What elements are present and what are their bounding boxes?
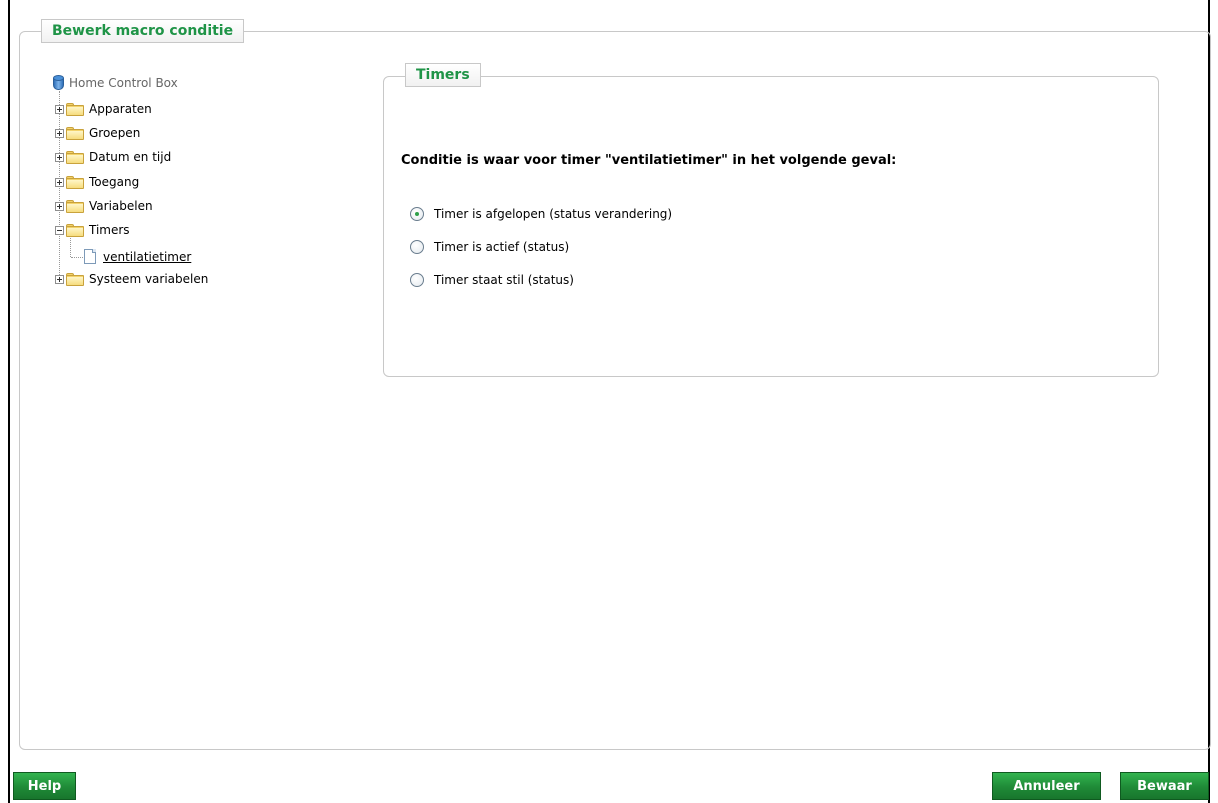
tree-item-label: Variabelen xyxy=(89,199,153,213)
tree-item-ventilatietimer[interactable]: ventilatietimer xyxy=(84,247,191,267)
tree-item-groepen[interactable]: Groepen xyxy=(55,123,140,143)
tree-item-systeem-variabelen[interactable]: Systeem variabelen xyxy=(55,269,208,289)
radio-button[interactable] xyxy=(410,273,424,287)
timers-panel xyxy=(383,76,1159,377)
tree-item-label[interactable]: ventilatietimer xyxy=(103,250,191,264)
folder-icon xyxy=(66,102,84,116)
radio-label: Timer is actief (status) xyxy=(434,240,570,254)
tree-item-label: Timers xyxy=(89,223,130,237)
radio-button[interactable] xyxy=(410,240,424,254)
condition-question: Conditie is waar voor timer "ventilatiet… xyxy=(401,153,897,168)
tree-root-label: Home Control Box xyxy=(69,76,178,90)
expand-icon[interactable] xyxy=(55,128,64,138)
radio-option-actief[interactable]: Timer is actief (status) xyxy=(410,238,569,256)
tree-item-label: Apparaten xyxy=(89,102,152,116)
tree-item-datum-en-tijd[interactable]: Datum en tijd xyxy=(55,147,171,167)
document-icon xyxy=(84,249,97,265)
expand-icon[interactable] xyxy=(55,104,64,114)
tree-connector xyxy=(71,257,83,258)
help-button[interactable]: Help xyxy=(13,772,76,800)
radio-button-checked[interactable] xyxy=(410,207,424,221)
tree-root[interactable]: Home Control Box xyxy=(52,73,178,93)
tree-item-label: Systeem variabelen xyxy=(89,272,209,286)
tree-item-label: Toegang xyxy=(89,175,140,189)
timers-panel-title: Timers xyxy=(405,63,481,87)
cancel-button[interactable]: Annuleer xyxy=(992,772,1101,800)
database-icon xyxy=(52,75,66,91)
expand-icon[interactable] xyxy=(55,201,64,211)
tree-item-variabelen[interactable]: Variabelen xyxy=(55,196,153,216)
radio-option-stil[interactable]: Timer staat stil (status) xyxy=(410,271,574,289)
folder-icon xyxy=(66,175,84,189)
tree-item-timers[interactable]: Timers xyxy=(55,220,130,240)
tree-connector xyxy=(70,238,71,257)
folder-icon xyxy=(66,199,84,213)
window-border-left xyxy=(8,0,10,803)
folder-open-icon xyxy=(66,223,84,237)
tree-item-label: Groepen xyxy=(89,126,141,140)
tree-item-label: Datum en tijd xyxy=(89,150,172,164)
save-button[interactable]: Bewaar xyxy=(1120,772,1209,800)
radio-option-afgelopen[interactable]: Timer is afgelopen (status verandering) xyxy=(410,205,672,223)
radio-label: Timer staat stil (status) xyxy=(434,273,574,287)
expand-icon[interactable] xyxy=(55,152,64,162)
folder-icon xyxy=(66,272,84,286)
folder-icon xyxy=(66,150,84,164)
dialog-title: Bewerk macro conditie xyxy=(41,19,245,43)
folder-icon xyxy=(66,126,84,140)
expand-icon[interactable] xyxy=(55,274,64,284)
tree-item-apparaten[interactable]: Apparaten xyxy=(55,99,152,119)
expand-icon[interactable] xyxy=(55,177,64,187)
tree-item-toegang[interactable]: Toegang xyxy=(55,172,139,192)
collapse-icon[interactable] xyxy=(55,225,64,235)
radio-label: Timer is afgelopen (status verandering) xyxy=(434,207,673,221)
